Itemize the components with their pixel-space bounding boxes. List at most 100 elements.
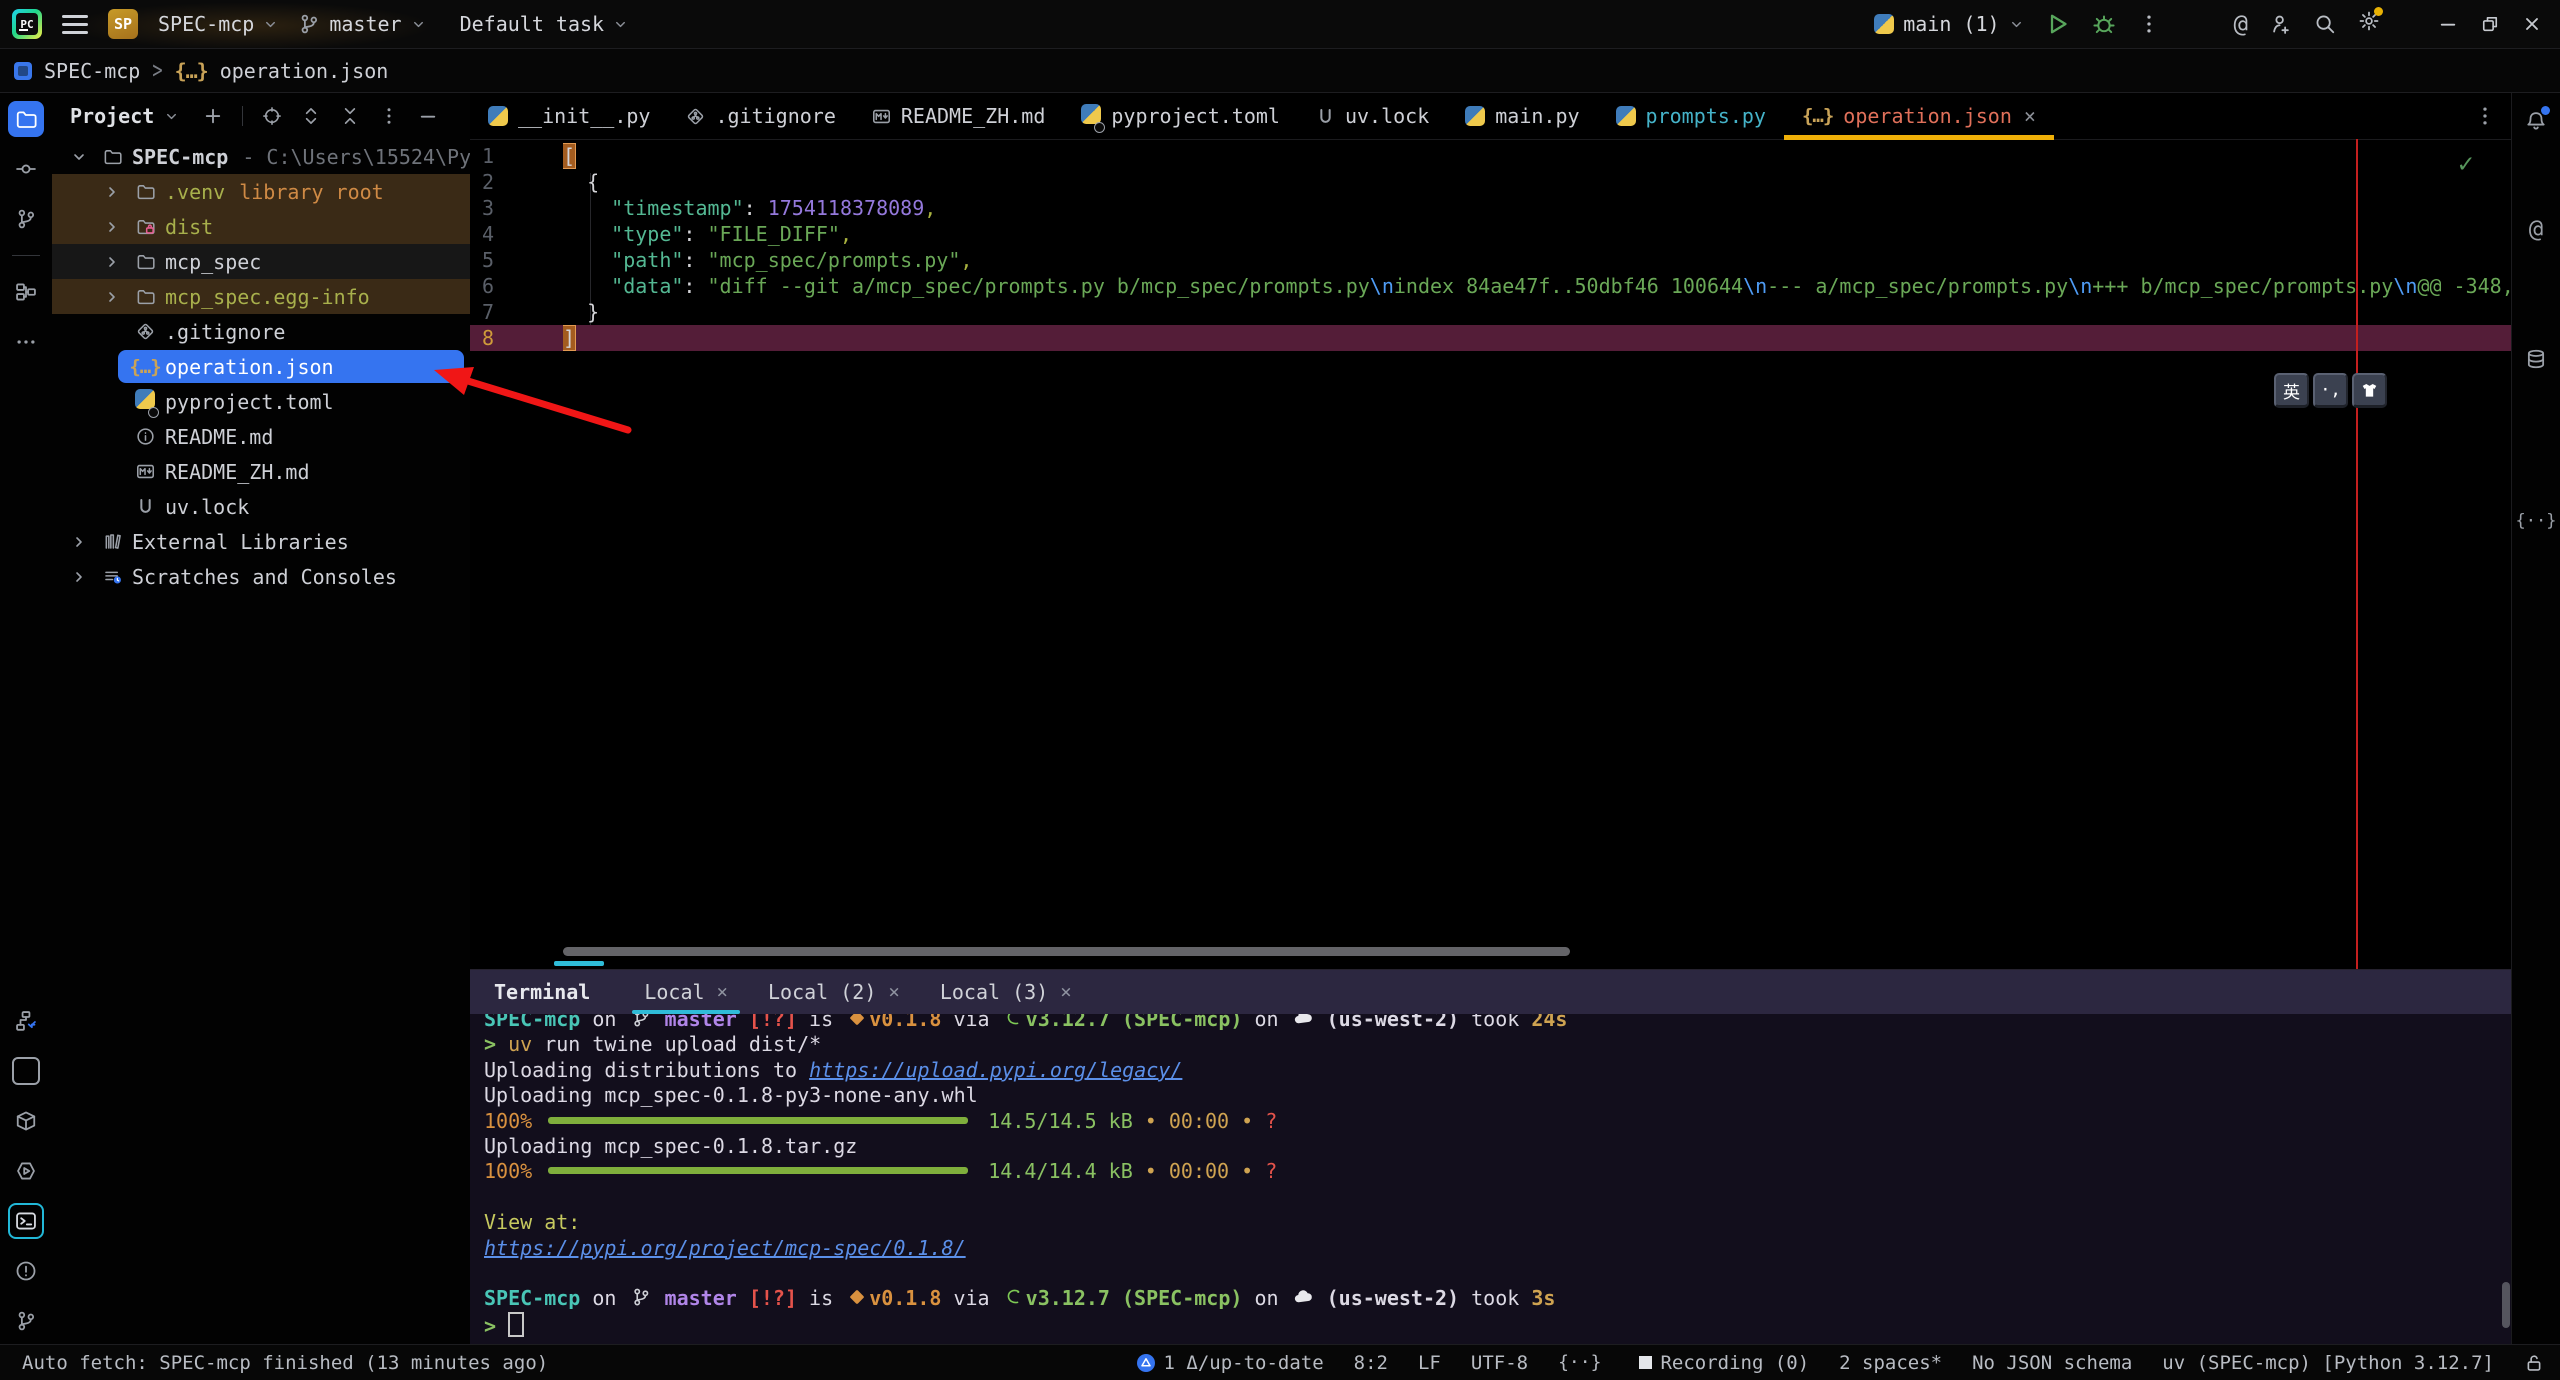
status-file-encoding[interactable]: UTF-8: [1471, 1352, 1528, 1374]
tab-main-py[interactable]: main.py: [1447, 93, 1597, 139]
status-indent-style[interactable]: 2 spaces*: [1839, 1352, 1942, 1374]
panel-options-icon[interactable]: [379, 106, 399, 126]
tree-item-pyproject-toml[interactable]: pyproject.toml: [52, 384, 470, 419]
ai-assistant-tool-button[interactable]: @: [2518, 211, 2554, 247]
project-avatar[interactable]: SP: [108, 9, 138, 39]
vcs-tool-button[interactable]: [8, 1303, 44, 1339]
notifications-button[interactable]: [2518, 103, 2554, 139]
task-selector[interactable]: Default task: [460, 12, 629, 36]
code-editor[interactable]: 1[2 {3 "timestamp": 1754118378089,4 "typ…: [470, 139, 2512, 970]
close-tab-icon[interactable]: ×: [717, 981, 728, 1003]
more-actions-icon[interactable]: [2138, 13, 2160, 35]
code-line-5[interactable]: 5 "path": "mcp_spec/prompts.py",: [470, 247, 2512, 273]
tree-item-mcp-spec[interactable]: mcp_spec: [52, 244, 470, 279]
problems-tool-button[interactable]: [8, 1253, 44, 1289]
status-json-widget[interactable]: {··}: [1558, 1352, 1609, 1373]
code-line-3[interactable]: 3 "timestamp": 1754118378089,: [470, 195, 2512, 221]
tab--gitignore[interactable]: .gitignore: [668, 93, 853, 139]
status-line-separator[interactable]: LF: [1418, 1352, 1441, 1374]
inspections-ok-icon[interactable]: ✓: [2458, 149, 2474, 179]
code-line-8[interactable]: 8]: [470, 325, 2512, 351]
project-tool-button[interactable]: [8, 101, 44, 137]
tab-uv-lock[interactable]: uv.lock: [1298, 93, 1447, 139]
code-line-2[interactable]: 2 {: [470, 169, 2512, 195]
code-line-7[interactable]: 7 }: [470, 299, 2512, 325]
tree-item-readme-zh-md[interactable]: README_ZH.md: [52, 454, 470, 489]
close-tab-icon[interactable]: ×: [1060, 981, 1071, 1003]
terminal-tab-local-2-[interactable]: Local (2)×: [748, 970, 920, 1014]
search-everywhere-icon[interactable]: [2314, 13, 2336, 35]
add-user-icon[interactable]: [2270, 13, 2292, 35]
python-console-button[interactable]: [8, 1053, 44, 1089]
code-line-4[interactable]: 4 "type": "FILE_DIFF",: [470, 221, 2512, 247]
ai-edit-tool-button[interactable]: {··}: [2518, 503, 2554, 539]
run-config-selector[interactable]: main (1): [1874, 12, 2023, 36]
chevron-down-icon[interactable]: [66, 149, 92, 165]
collapse-all-icon[interactable]: [340, 106, 360, 126]
chevron-right-icon[interactable]: [66, 569, 92, 585]
structure-tool-button[interactable]: [8, 274, 44, 310]
more-tools-button[interactable]: [8, 324, 44, 360]
code-line-6[interactable]: 6 "data": "diff --git a/mcp_spec/prompts…: [470, 273, 2512, 299]
tab-readme-zh-md[interactable]: README_ZH.md: [854, 93, 1064, 139]
tree-item-scratches-and-consoles[interactable]: Scratches and Consoles: [52, 559, 470, 594]
tab-options-icon[interactable]: [2474, 105, 2512, 127]
git-tool-button[interactable]: [8, 201, 44, 237]
tab-prompts-py[interactable]: prompts.py: [1598, 93, 1784, 139]
ai-assistant-icon[interactable]: @: [2234, 10, 2248, 38]
tree-item--venv[interactable]: .venvlibrary root: [52, 174, 470, 209]
tree-item-mcp-spec-egg-info[interactable]: mcp_spec.egg-info: [52, 279, 470, 314]
python-packages-button[interactable]: [8, 1103, 44, 1139]
breadcrumb-project[interactable]: SPEC-mcp: [44, 59, 140, 83]
terminal-tab-local-3-[interactable]: Local (3)×: [920, 970, 1092, 1014]
chevron-right-icon[interactable]: [66, 534, 92, 550]
settings-gear-icon[interactable]: [2358, 10, 2380, 38]
services-tool-button[interactable]: [8, 1003, 44, 1039]
status-json-schema[interactable]: No JSON schema: [1972, 1352, 2132, 1374]
hide-panel-icon[interactable]: [418, 106, 438, 126]
status-file-lock[interactable]: [2524, 1353, 2544, 1373]
status-caret-position[interactable]: 8:2: [1354, 1352, 1388, 1374]
ime-language-badge[interactable]: 英: [2274, 373, 2309, 408]
branch-selector[interactable]: master: [298, 12, 425, 36]
horizontal-scrollbar[interactable]: [563, 947, 1570, 956]
tab--init-py[interactable]: __init__.py: [470, 93, 668, 139]
tree-item-uv-lock[interactable]: uv.lock: [52, 489, 470, 524]
chevron-right-icon[interactable]: [99, 184, 125, 200]
tree-item-dist[interactable]: dist: [52, 209, 470, 244]
add-icon[interactable]: [203, 106, 223, 126]
terminal-tool-button[interactable]: [8, 1203, 44, 1239]
status-vcs-sync-status[interactable]: 1 Δ/up-to-date: [1136, 1352, 1324, 1374]
tree-item-external-libraries[interactable]: External Libraries: [52, 524, 470, 559]
close-tab-icon[interactable]: ×: [888, 981, 899, 1003]
tree-item--gitignore[interactable]: .gitignore: [52, 314, 470, 349]
expand-all-icon[interactable]: [301, 106, 321, 126]
project-selector[interactable]: SPEC-mcp: [158, 12, 278, 36]
chevron-down-icon[interactable]: [164, 109, 179, 124]
ime-punctuation-badge[interactable]: ·,: [2313, 373, 2348, 408]
chevron-right-icon[interactable]: [99, 219, 125, 235]
tab-pyproject-toml[interactable]: pyproject.toml: [1063, 93, 1298, 139]
breadcrumb-file[interactable]: operation.json: [220, 59, 389, 83]
chevron-right-icon[interactable]: [99, 254, 125, 270]
close-tab-icon[interactable]: ×: [2024, 104, 2036, 128]
status-macro-recording[interactable]: Recording (0): [1639, 1352, 1809, 1374]
terminal-scrollbar[interactable]: [2502, 1282, 2510, 1328]
select-opened-file-icon[interactable]: [262, 106, 282, 126]
terminal-tab-local[interactable]: Local×: [624, 970, 748, 1014]
terminal-output[interactable]: SPEC-mcp on master [!?] is v0.1.8 via v3…: [470, 1014, 2512, 1345]
terminal-title[interactable]: Terminal: [494, 980, 590, 1004]
status-python-interpreter[interactable]: uv (SPEC-mcp) [Python 3.12.7]: [2162, 1352, 2494, 1374]
restore-button[interactable]: [2480, 14, 2500, 34]
commit-tool-button[interactable]: [8, 151, 44, 187]
main-menu-icon[interactable]: [62, 15, 88, 34]
code-line-1[interactable]: 1[: [470, 143, 2512, 169]
close-button[interactable]: [2522, 14, 2542, 34]
tree-item-readme-md[interactable]: README.md: [52, 419, 470, 454]
ime-width-badge[interactable]: [2352, 373, 2387, 408]
chevron-right-icon[interactable]: [99, 289, 125, 305]
tree-item-spec-mcp[interactable]: SPEC-mcp- C:\Users\15524\Pych: [52, 139, 470, 174]
tree-item-operation-json[interactable]: {…}operation.json: [52, 349, 470, 384]
run-button[interactable]: [2046, 12, 2070, 36]
tab-operation-json[interactable]: {…}operation.json×: [1784, 93, 2054, 139]
